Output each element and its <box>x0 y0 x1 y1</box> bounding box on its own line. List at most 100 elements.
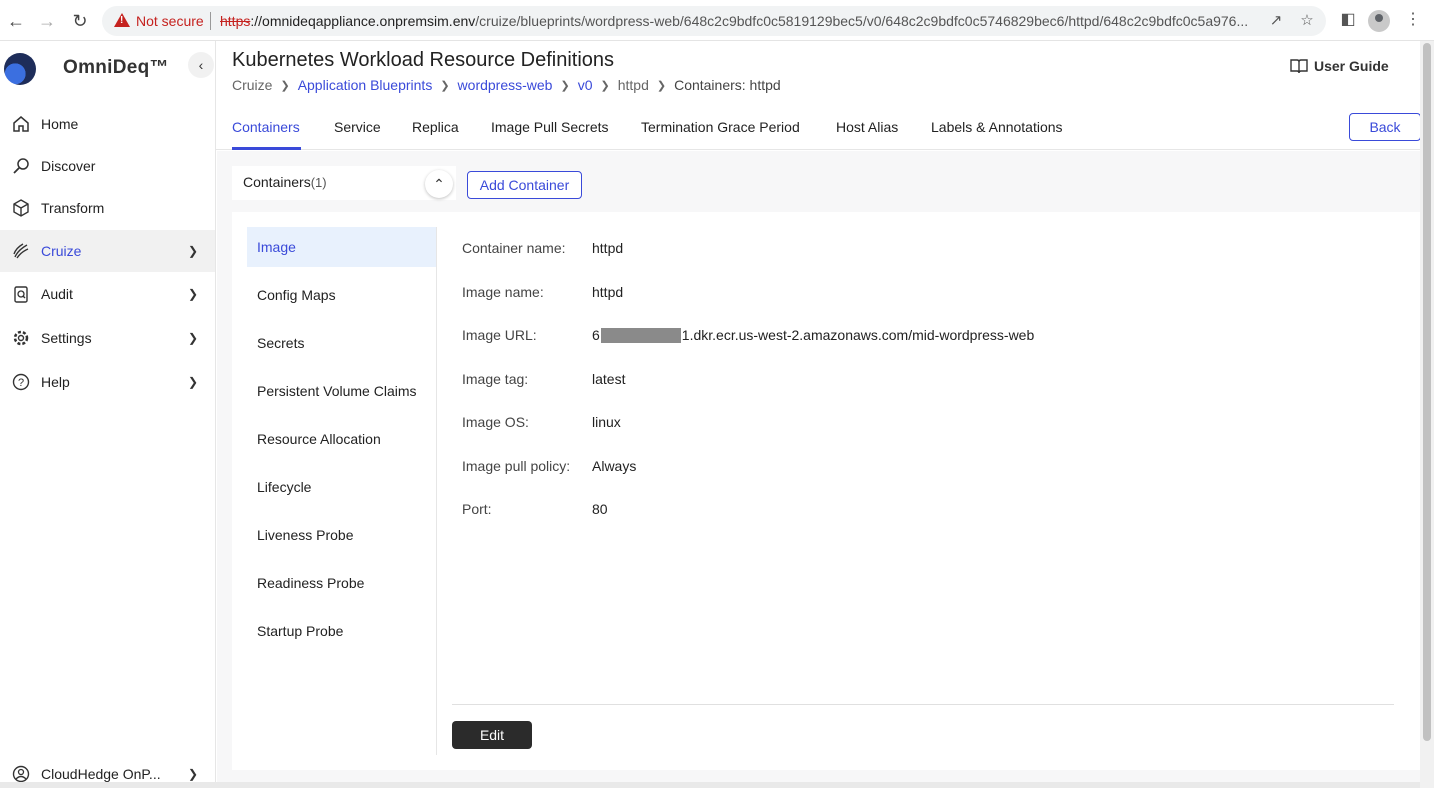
tab-host-alias[interactable]: Host Alias <box>836 119 898 135</box>
chevron-up-icon[interactable]: ⌃ <box>425 170 453 198</box>
image-name-value: httpd <box>592 284 624 300</box>
image-name-label: Image name: <box>462 284 544 300</box>
sidebar-item-audit[interactable]: Audit ❯ <box>0 273 215 315</box>
sidebar-label: Audit <box>41 286 73 302</box>
svg-text:?: ? <box>18 377 24 389</box>
tab-replica[interactable]: Replica <box>412 119 459 135</box>
port-value: 80 <box>592 501 608 517</box>
sidebar-label: Cruize <box>41 243 82 259</box>
tab-service[interactable]: Service <box>334 119 381 135</box>
page-title: Kubernetes Workload Resource Definitions <box>232 49 615 71</box>
back-button[interactable]: Back <box>1349 113 1421 141</box>
containers-count: (1) <box>310 175 327 190</box>
help-icon: ? <box>11 372 31 392</box>
horizontal-scrollbar[interactable] <box>0 782 1420 788</box>
sidebar-item-home[interactable]: Home <box>0 103 215 145</box>
sub-nav-resource-allocation[interactable]: Resource Allocation <box>247 419 436 459</box>
scrollbar-thumb[interactable] <box>1423 43 1431 741</box>
vertical-scrollbar[interactable] <box>1420 41 1434 788</box>
not-secure-label: Not secure <box>136 13 204 29</box>
tab-bar: Containers Service Replica Image Pull Se… <box>216 104 1420 150</box>
tab-labels-annotations[interactable]: Labels & Annotations <box>931 119 1063 135</box>
browser-toolbar: ← → ↻ Not secure https://omnideqapplianc… <box>0 0 1434 41</box>
sidebar-label: Discover <box>41 158 96 174</box>
sub-nav-persistent-volume-claims[interactable]: Persistent Volume Claims <box>247 371 436 411</box>
add-container-button[interactable]: Add Container <box>467 171 582 199</box>
cruize-icon <box>11 241 31 261</box>
sub-nav-config-maps[interactable]: Config Maps <box>247 275 436 315</box>
containers-title: Containers(1) <box>243 174 327 190</box>
sub-nav-secrets[interactable]: Secrets <box>247 323 436 363</box>
reload-icon[interactable]: ↻ <box>69 10 91 32</box>
user-guide-label: User Guide <box>1314 58 1389 74</box>
image-url-prefix: 6 <box>592 327 600 343</box>
sub-nav-readiness-probe[interactable]: Readiness Probe <box>247 563 436 603</box>
container-name-value: httpd <box>592 240 624 256</box>
book-icon <box>1290 59 1308 74</box>
divider <box>452 704 1394 705</box>
edit-button[interactable]: Edit <box>452 721 532 749</box>
breadcrumb-link[interactable]: wordpress-web <box>458 77 553 93</box>
image-pull-policy-value: Always <box>592 458 637 474</box>
chevron-right-icon: ❯ <box>188 331 199 345</box>
url-separator <box>210 12 211 30</box>
warning-icon <box>114 13 130 27</box>
image-url-value: 6 1.dkr.ecr.us-west-2.amazonaws.com/mid-w… <box>592 327 1034 343</box>
chevron-right-icon: ❯ <box>188 375 199 389</box>
containers-header[interactable]: Containers(1) ⌃ <box>232 166 456 200</box>
sidebar-item-help[interactable]: ? Help ❯ <box>0 361 215 403</box>
redaction-block <box>600 327 681 343</box>
image-tag-label: Image tag: <box>462 371 529 387</box>
share-icon[interactable]: ↗ <box>1268 13 1284 29</box>
sidebar-label: Settings <box>41 330 92 346</box>
sub-nav-lifecycle[interactable]: Lifecycle <box>247 467 436 507</box>
breadcrumb-item: Cruize <box>232 77 273 93</box>
discover-icon <box>11 156 31 176</box>
image-url-suffix: 1.dkr.ecr.us-west-2.amazonaws.com/mid-wo… <box>681 327 1035 343</box>
brand-logo <box>4 53 36 85</box>
collapse-sidebar-button[interactable]: ‹ <box>188 52 214 78</box>
more-vert-icon[interactable]: ⋮ <box>1403 10 1423 30</box>
container-sub-nav: Image Config Maps Secrets Persistent Vol… <box>247 227 437 755</box>
sidebar-item-cruize[interactable]: Cruize ❯ <box>0 230 215 272</box>
gear-icon <box>11 328 31 348</box>
url-text[interactable]: https://omnideqappliance.onpremsim.env/c… <box>220 13 1260 29</box>
tab-termination-grace-period[interactable]: Termination Grace Period <box>641 119 800 135</box>
url-host: ://omnideqappliance.onpremsim.env <box>250 13 476 29</box>
image-tag-value: latest <box>592 371 626 387</box>
sidebar-label: Help <box>41 374 70 390</box>
container-name-label: Container name: <box>462 240 566 256</box>
tab-containers[interactable]: Containers <box>232 119 300 135</box>
active-tab-indicator <box>232 147 301 150</box>
sidebar-item-discover[interactable]: Discover <box>0 145 215 187</box>
user-guide-link[interactable]: User Guide <box>1290 58 1389 74</box>
back-arrow-icon[interactable]: ← <box>5 10 27 32</box>
home-icon <box>11 114 31 134</box>
sidebar-item-transform[interactable]: Transform <box>0 187 215 229</box>
star-icon[interactable]: ☆ <box>1299 13 1315 29</box>
breadcrumb-link[interactable]: v0 <box>578 77 593 93</box>
image-url-label: Image URL: <box>462 327 537 343</box>
sub-nav-image[interactable]: Image <box>247 227 436 267</box>
chevron-right-icon: ❯ <box>188 244 199 258</box>
account-name: CloudHedge OnP... <box>41 766 161 782</box>
containers-label: Containers <box>243 174 311 190</box>
sidebar-label: Transform <box>41 200 105 216</box>
chevron-right-icon: ❯ <box>188 767 199 781</box>
chevron-right-icon: ❯ <box>656 79 667 92</box>
breadcrumb: Cruize ❯ Application Blueprints ❯ wordpr… <box>232 77 781 93</box>
address-bar[interactable]: Not secure https://omnideqappliance.onpr… <box>102 6 1326 36</box>
sub-nav-liveness-probe[interactable]: Liveness Probe <box>247 515 436 555</box>
profile-icon[interactable] <box>1368 10 1390 32</box>
forward-arrow-icon[interactable]: → <box>36 10 58 32</box>
sub-nav-startup-probe[interactable]: Startup Probe <box>247 611 436 651</box>
chevron-right-icon: ❯ <box>188 287 199 301</box>
image-os-label: Image OS: <box>462 414 529 430</box>
chevron-right-icon: ❯ <box>600 79 610 92</box>
breadcrumb-link[interactable]: Application Blueprints <box>298 77 433 93</box>
user-circle-icon <box>11 764 31 784</box>
tab-image-pull-secrets[interactable]: Image Pull Secrets <box>491 119 609 135</box>
sidebar-item-settings[interactable]: Settings ❯ <box>0 317 215 359</box>
side-panel-icon[interactable]: ◧ <box>1338 10 1358 30</box>
breadcrumb-item: httpd <box>617 77 649 93</box>
